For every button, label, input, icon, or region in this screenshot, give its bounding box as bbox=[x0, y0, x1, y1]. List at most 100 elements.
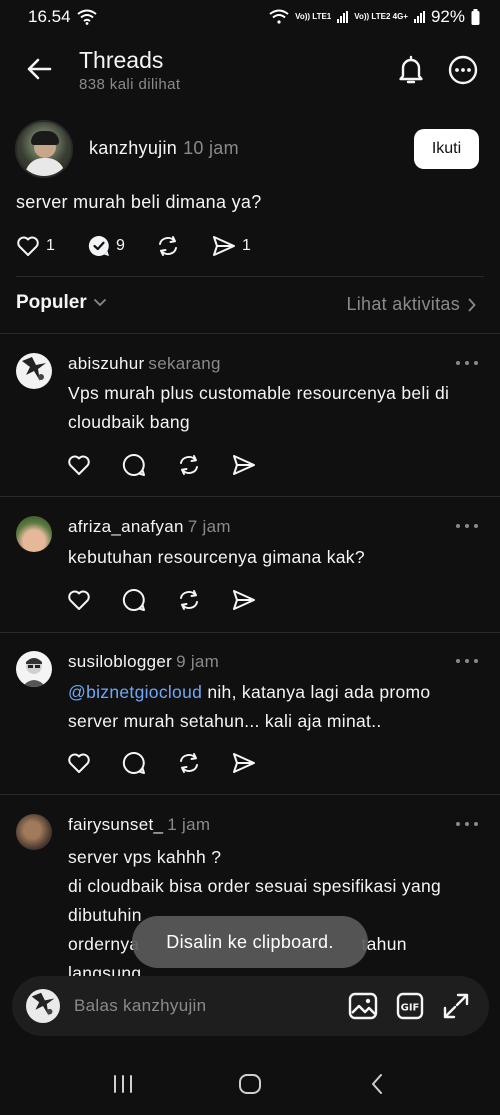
send-icon bbox=[213, 236, 235, 256]
reply-author[interactable]: afriza_anafyan 7 jam bbox=[68, 517, 231, 537]
gif-button[interactable]: GIF bbox=[394, 990, 426, 1022]
back-button[interactable] bbox=[22, 52, 56, 86]
comment-icon bbox=[122, 588, 145, 611]
share-count: 1 bbox=[242, 237, 251, 254]
heart-icon bbox=[68, 455, 90, 475]
repost-button[interactable] bbox=[156, 235, 200, 257]
reply-share-button[interactable] bbox=[232, 453, 256, 477]
reply-repost-button[interactable] bbox=[177, 751, 201, 775]
wifi-icon bbox=[76, 9, 97, 25]
reply-avatar[interactable] bbox=[16, 814, 52, 850]
chevron-down-icon bbox=[93, 299, 106, 307]
view-count: 838 kali dilihat bbox=[79, 76, 181, 93]
reply-like-button[interactable] bbox=[67, 588, 91, 612]
reply-like-button[interactable] bbox=[67, 751, 91, 775]
mention-link[interactable]: @biznetgiocloud bbox=[68, 682, 202, 702]
view-activity-label: Lihat aktivitas bbox=[346, 294, 460, 314]
reply-actions bbox=[67, 588, 256, 612]
reply-avatar[interactable] bbox=[16, 651, 52, 687]
reply-author[interactable]: fairysunset_ 1 jam bbox=[68, 815, 210, 835]
home-button[interactable] bbox=[220, 1062, 280, 1106]
composer-avatar bbox=[26, 989, 60, 1023]
arrow-left-icon bbox=[27, 58, 52, 80]
reply-text: @biznetgiocloud nih, katanya lagi ada pr… bbox=[68, 678, 488, 736]
repost-icon bbox=[180, 753, 198, 773]
post-author-avatar[interactable] bbox=[15, 120, 73, 178]
reply-comment-button[interactable] bbox=[122, 588, 146, 612]
recent-apps-icon bbox=[114, 1074, 133, 1093]
reply-comment-button[interactable] bbox=[122, 453, 146, 477]
post-actions: 1 9 1 bbox=[16, 232, 251, 260]
expand-icon bbox=[443, 993, 469, 1019]
reply-share-button[interactable] bbox=[232, 751, 256, 775]
more-horizontal-icon bbox=[448, 55, 478, 85]
gif-icon: GIF bbox=[396, 992, 424, 1020]
reply-username[interactable]: afriza_anafyan bbox=[68, 517, 184, 536]
battery-icon bbox=[471, 9, 480, 25]
reply-more-button[interactable] bbox=[456, 521, 478, 531]
reply-time: 7 jam bbox=[187, 517, 231, 536]
wifi-calling-icon bbox=[269, 9, 289, 24]
reply-comment-button[interactable] bbox=[122, 751, 146, 775]
reply-actions bbox=[67, 453, 256, 477]
divider bbox=[0, 496, 500, 497]
reply-username[interactable]: susiloblogger bbox=[68, 652, 172, 671]
post-author[interactable]: kanzhyujin 10 jam bbox=[89, 138, 239, 159]
like-button[interactable]: 1 bbox=[16, 235, 74, 257]
chevron-left-icon bbox=[371, 1073, 382, 1094]
more-options-button[interactable] bbox=[445, 52, 481, 88]
gif-label: GIF bbox=[401, 1003, 420, 1014]
reply-repost-button[interactable] bbox=[177, 453, 201, 477]
recent-apps-button[interactable] bbox=[93, 1062, 153, 1106]
chevron-right-icon bbox=[468, 298, 476, 311]
reply-like-button[interactable] bbox=[67, 453, 91, 477]
attach-image-button[interactable] bbox=[347, 990, 379, 1022]
comment-check-icon bbox=[88, 235, 109, 256]
reply-text-line: di cloudbaik bisa order sesuai spesifika… bbox=[68, 876, 442, 896]
post-text: server murah beli dimana ya? bbox=[16, 192, 262, 212]
thread-header: Threads 838 kali dilihat bbox=[0, 38, 500, 106]
expand-composer-button[interactable] bbox=[440, 990, 472, 1022]
reply-time: sekarang bbox=[148, 354, 221, 373]
post-username[interactable]: kanzhyujin bbox=[89, 138, 177, 158]
reply-text-line: server vps kahhh ? bbox=[68, 847, 222, 867]
sim1-label: Vo)) LTE1 bbox=[295, 12, 332, 21]
notifications-button[interactable] bbox=[393, 52, 429, 88]
reply-more-button[interactable] bbox=[456, 358, 478, 368]
reply-count-button[interactable]: 9 bbox=[88, 235, 148, 257]
reply-text: Vps murah plus customable resourcenya be… bbox=[68, 383, 450, 432]
reply-share-button[interactable] bbox=[232, 588, 256, 612]
reply-input[interactable] bbox=[74, 988, 334, 1024]
back-nav-button[interactable] bbox=[347, 1062, 407, 1106]
comment-icon bbox=[122, 453, 145, 476]
reply-author[interactable]: abiszuhur sekarang bbox=[68, 354, 221, 374]
reply-time: 9 jam bbox=[176, 652, 220, 671]
reply-avatar[interactable] bbox=[16, 516, 52, 552]
divider bbox=[16, 276, 484, 277]
share-button[interactable]: 1 bbox=[212, 235, 251, 257]
send-icon bbox=[233, 590, 255, 610]
reply-more-button[interactable] bbox=[456, 656, 478, 666]
view-activity-link[interactable]: Lihat aktivitas bbox=[346, 294, 476, 315]
reply-more-button[interactable] bbox=[456, 819, 478, 829]
divider bbox=[0, 632, 500, 633]
repost-icon bbox=[159, 236, 177, 256]
reply-username[interactable]: abiszuhur bbox=[68, 354, 144, 373]
reply-author[interactable]: susiloblogger 9 jam bbox=[68, 652, 219, 672]
reply-count: 9 bbox=[116, 237, 125, 254]
signal-icon-2 bbox=[413, 11, 425, 23]
reply-username[interactable]: fairysunset_ bbox=[68, 815, 163, 834]
copied-toast: Disalin ke clipboard. bbox=[132, 916, 368, 968]
reply-avatar[interactable] bbox=[16, 353, 52, 389]
home-icon bbox=[238, 1073, 261, 1094]
heart-icon bbox=[68, 590, 90, 610]
sort-dropdown[interactable]: Populer bbox=[16, 292, 107, 314]
reply-time: 1 jam bbox=[167, 815, 211, 834]
repost-icon bbox=[180, 590, 198, 610]
follow-button[interactable]: Ikuti bbox=[414, 129, 479, 169]
sort-label: Populer bbox=[16, 292, 87, 313]
reply-repost-button[interactable] bbox=[177, 588, 201, 612]
reply-text: kebutuhan resourcenya gimana kak? bbox=[68, 547, 365, 567]
like-count: 1 bbox=[46, 237, 55, 254]
send-icon bbox=[233, 753, 255, 773]
